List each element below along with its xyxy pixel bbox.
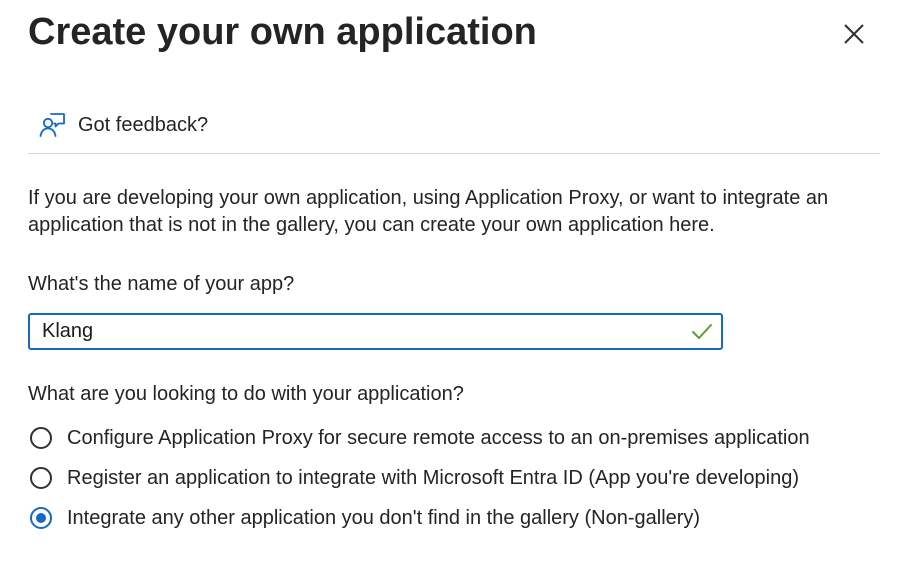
close-button[interactable] (836, 16, 872, 52)
page-title: Create your own application (28, 11, 537, 53)
radio-button[interactable] (30, 427, 52, 449)
option-label: Integrate any other application you don'… (67, 506, 701, 529)
purpose-question: What are you looking to do with your app… (28, 383, 464, 405)
option-non-gallery[interactable]: Integrate any other application you don'… (30, 504, 700, 532)
app-name-field[interactable] (28, 313, 723, 350)
option-application-proxy[interactable]: Configure Application Proxy for secure r… (30, 424, 810, 452)
feedback-link[interactable]: Got feedback? (38, 110, 208, 140)
app-name-input[interactable] (30, 315, 670, 348)
divider (28, 153, 880, 154)
radio-button-selected[interactable] (30, 507, 52, 529)
option-label: Configure Application Proxy for secure r… (67, 426, 810, 449)
close-icon (844, 24, 864, 44)
feedback-person-icon (38, 111, 66, 139)
option-register-app[interactable]: Register an application to integrate wit… (30, 464, 799, 492)
radio-button[interactable] (30, 467, 52, 489)
description-text: If you are developing your own applicati… (28, 187, 829, 236)
app-name-label: What's the name of your app? (28, 273, 295, 295)
checkmark-icon (692, 324, 712, 339)
option-label: Register an application to integrate wit… (67, 466, 799, 489)
feedback-label: Got feedback? (78, 113, 209, 136)
